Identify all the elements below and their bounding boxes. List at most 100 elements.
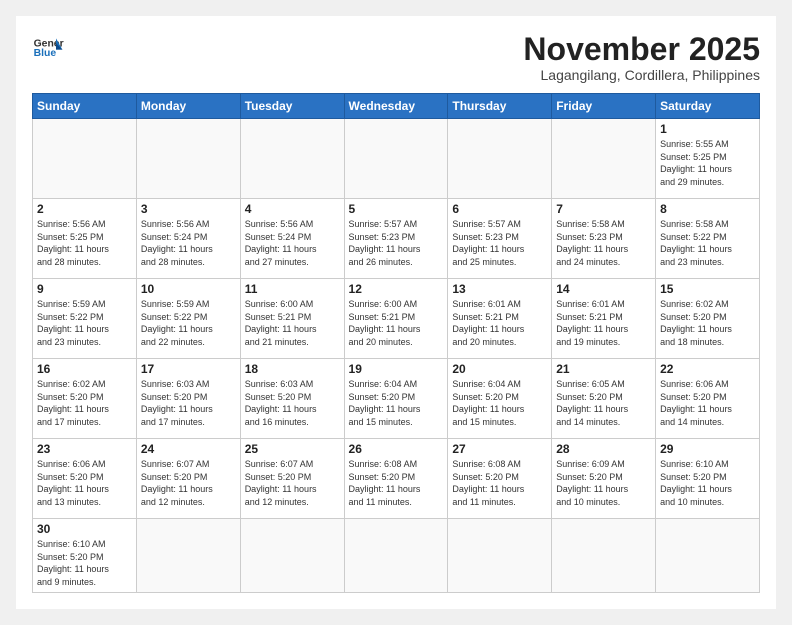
calendar-day-cell [240, 119, 344, 199]
logo-icon: General Blue [32, 32, 64, 64]
day-info: Sunrise: 6:00 AM Sunset: 5:21 PM Dayligh… [349, 298, 444, 348]
calendar-day-cell: 6 Sunrise: 5:57 AM Sunset: 5:23 PM Daylig… [448, 199, 552, 279]
day-number: 14 [556, 282, 651, 296]
calendar-day-cell: 14 Sunrise: 6:01 AM Sunset: 5:21 PM Dayli… [552, 279, 656, 359]
day-info: Sunrise: 5:56 AM Sunset: 5:24 PM Dayligh… [245, 218, 340, 268]
day-info: Sunrise: 6:08 AM Sunset: 5:20 PM Dayligh… [349, 458, 444, 508]
calendar-week-row: 16Sunrise: 6:02 AM Sunset: 5:20 PM Dayli… [33, 359, 760, 439]
calendar-week-row: 30Sunrise: 6:10 AM Sunset: 5:20 PM Dayli… [33, 519, 760, 592]
calendar-day-cell [448, 519, 552, 592]
svg-text:Blue: Blue [34, 48, 57, 59]
day-number: 8 [660, 202, 755, 216]
day-info: Sunrise: 6:02 AM Sunset: 5:20 PM Dayligh… [660, 298, 755, 348]
calendar-day-cell: 26 Sunrise: 6:08 AM Sunset: 5:20 PM Dayli… [344, 439, 448, 519]
day-number: 3 [141, 202, 236, 216]
calendar-day-cell: 16Sunrise: 6:02 AM Sunset: 5:20 PM Dayli… [33, 359, 137, 439]
day-number: 2 [37, 202, 132, 216]
day-number: 20 [452, 362, 547, 376]
day-number: 7 [556, 202, 651, 216]
day-info: Sunrise: 6:05 AM Sunset: 5:20 PM Dayligh… [556, 378, 651, 428]
weekday-header-sunday: Sunday [33, 94, 137, 119]
calendar-day-cell: 17 Sunrise: 6:03 AM Sunset: 5:20 PM Dayli… [136, 359, 240, 439]
day-number: 17 [141, 362, 236, 376]
day-info: Sunrise: 6:01 AM Sunset: 5:21 PM Dayligh… [556, 298, 651, 348]
calendar-day-cell: 28 Sunrise: 6:09 AM Sunset: 5:20 PM Dayli… [552, 439, 656, 519]
day-info: Sunrise: 6:09 AM Sunset: 5:20 PM Dayligh… [556, 458, 651, 508]
day-info: Sunrise: 6:04 AM Sunset: 5:20 PM Dayligh… [349, 378, 444, 428]
day-info: Sunrise: 5:59 AM Sunset: 5:22 PM Dayligh… [37, 298, 132, 348]
weekday-header-row: SundayMondayTuesdayWednesdayThursdayFrid… [33, 94, 760, 119]
month-title: November 2025 [523, 32, 760, 67]
weekday-header-wednesday: Wednesday [344, 94, 448, 119]
day-number: 28 [556, 442, 651, 456]
day-number: 21 [556, 362, 651, 376]
logo: General Blue [32, 32, 64, 64]
day-number: 26 [349, 442, 444, 456]
day-info: Sunrise: 6:07 AM Sunset: 5:20 PM Dayligh… [141, 458, 236, 508]
day-info: Sunrise: 5:57 AM Sunset: 5:23 PM Dayligh… [452, 218, 547, 268]
weekday-header-thursday: Thursday [448, 94, 552, 119]
day-info: Sunrise: 5:56 AM Sunset: 5:24 PM Dayligh… [141, 218, 236, 268]
calendar-day-cell: 8 Sunrise: 5:58 AM Sunset: 5:22 PM Daylig… [656, 199, 760, 279]
calendar-day-cell: 30Sunrise: 6:10 AM Sunset: 5:20 PM Dayli… [33, 519, 137, 592]
day-info: Sunrise: 5:55 AM Sunset: 5:25 PM Dayligh… [660, 138, 755, 188]
day-number: 1 [660, 122, 755, 136]
weekday-header-saturday: Saturday [656, 94, 760, 119]
calendar-day-cell [136, 119, 240, 199]
day-info: Sunrise: 6:04 AM Sunset: 5:20 PM Dayligh… [452, 378, 547, 428]
day-info: Sunrise: 5:58 AM Sunset: 5:23 PM Dayligh… [556, 218, 651, 268]
day-number: 10 [141, 282, 236, 296]
page: General Blue November 2025 Lagangilang, … [16, 16, 776, 609]
title-block: November 2025 Lagangilang, Cordillera, P… [523, 32, 760, 83]
calendar-day-cell: 4 Sunrise: 5:56 AM Sunset: 5:24 PM Daylig… [240, 199, 344, 279]
day-number: 22 [660, 362, 755, 376]
calendar-day-cell: 10 Sunrise: 5:59 AM Sunset: 5:22 PM Dayli… [136, 279, 240, 359]
day-info: Sunrise: 5:59 AM Sunset: 5:22 PM Dayligh… [141, 298, 236, 348]
calendar-day-cell: 3 Sunrise: 5:56 AM Sunset: 5:24 PM Daylig… [136, 199, 240, 279]
calendar-day-cell: 20 Sunrise: 6:04 AM Sunset: 5:20 PM Dayli… [448, 359, 552, 439]
calendar-table: SundayMondayTuesdayWednesdayThursdayFrid… [32, 93, 760, 592]
day-number: 6 [452, 202, 547, 216]
day-number: 13 [452, 282, 547, 296]
weekday-header-monday: Monday [136, 94, 240, 119]
day-number: 25 [245, 442, 340, 456]
day-number: 23 [37, 442, 132, 456]
calendar-day-cell: 21 Sunrise: 6:05 AM Sunset: 5:20 PM Dayli… [552, 359, 656, 439]
day-info: Sunrise: 6:01 AM Sunset: 5:21 PM Dayligh… [452, 298, 547, 348]
calendar-week-row: 23 Sunrise: 6:06 AM Sunset: 5:20 PM Dayli… [33, 439, 760, 519]
calendar-day-cell: 2Sunrise: 5:56 AM Sunset: 5:25 PM Daylig… [33, 199, 137, 279]
calendar-day-cell: 11Sunrise: 6:00 AM Sunset: 5:21 PM Dayli… [240, 279, 344, 359]
day-number: 15 [660, 282, 755, 296]
calendar-day-cell [344, 119, 448, 199]
calendar-day-cell [136, 519, 240, 592]
header: General Blue November 2025 Lagangilang, … [32, 32, 760, 83]
calendar-day-cell [344, 519, 448, 592]
calendar-day-cell [552, 119, 656, 199]
day-info: Sunrise: 6:03 AM Sunset: 5:20 PM Dayligh… [141, 378, 236, 428]
calendar-day-cell: 22 Sunrise: 6:06 AM Sunset: 5:20 PM Dayli… [656, 359, 760, 439]
weekday-header-tuesday: Tuesday [240, 94, 344, 119]
day-number: 4 [245, 202, 340, 216]
calendar-day-cell: 27 Sunrise: 6:08 AM Sunset: 5:20 PM Dayli… [448, 439, 552, 519]
calendar-week-row: 2Sunrise: 5:56 AM Sunset: 5:25 PM Daylig… [33, 199, 760, 279]
calendar-day-cell: 7 Sunrise: 5:58 AM Sunset: 5:23 PM Daylig… [552, 199, 656, 279]
calendar-week-row: 1 Sunrise: 5:55 AM Sunset: 5:25 PM Daylig… [33, 119, 760, 199]
day-info: Sunrise: 6:07 AM Sunset: 5:20 PM Dayligh… [245, 458, 340, 508]
day-number: 9 [37, 282, 132, 296]
calendar-day-cell: 18Sunrise: 6:03 AM Sunset: 5:20 PM Dayli… [240, 359, 344, 439]
day-info: Sunrise: 6:00 AM Sunset: 5:21 PM Dayligh… [245, 298, 340, 348]
calendar-day-cell [240, 519, 344, 592]
calendar-day-cell: 19 Sunrise: 6:04 AM Sunset: 5:20 PM Dayli… [344, 359, 448, 439]
day-number: 5 [349, 202, 444, 216]
day-info: Sunrise: 6:06 AM Sunset: 5:20 PM Dayligh… [37, 458, 132, 508]
day-info: Sunrise: 6:10 AM Sunset: 5:20 PM Dayligh… [660, 458, 755, 508]
day-info: Sunrise: 6:06 AM Sunset: 5:20 PM Dayligh… [660, 378, 755, 428]
day-info: Sunrise: 6:08 AM Sunset: 5:20 PM Dayligh… [452, 458, 547, 508]
calendar-day-cell [448, 119, 552, 199]
day-info: Sunrise: 5:58 AM Sunset: 5:22 PM Dayligh… [660, 218, 755, 268]
day-number: 27 [452, 442, 547, 456]
calendar-day-cell: 23 Sunrise: 6:06 AM Sunset: 5:20 PM Dayli… [33, 439, 137, 519]
day-number: 19 [349, 362, 444, 376]
day-number: 16 [37, 362, 132, 376]
location-subtitle: Lagangilang, Cordillera, Philippines [523, 67, 760, 83]
